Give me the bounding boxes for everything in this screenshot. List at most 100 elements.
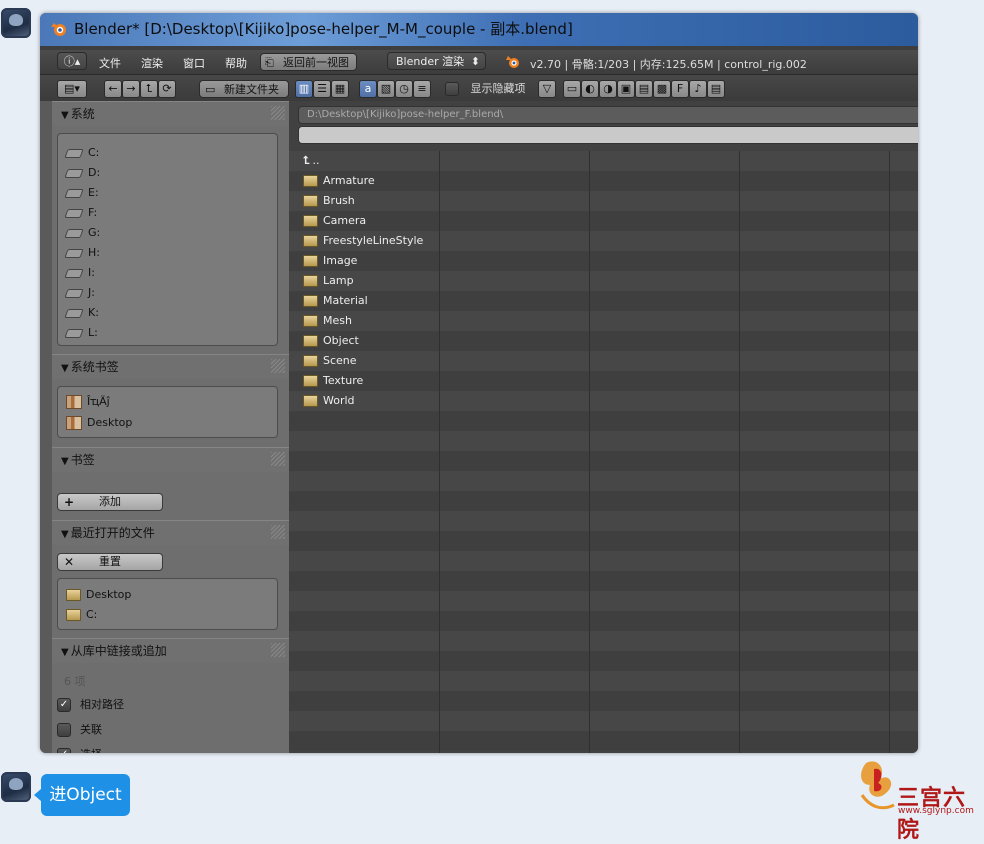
link-checkbox[interactable] [57,723,71,737]
panel-link-append-header[interactable]: ▼ 从库中链接或追加 [52,638,289,663]
directory-path-field[interactable]: D:\Desktop\[Kijiko]pose-helper_F.blend\ [298,106,918,124]
new-folder-button[interactable]: ▭ 新建文件夹 [199,80,289,98]
file-entry[interactable]: Armature [303,171,375,191]
file-list-area: D:\Desktop\[Kijiko]pose-helper_F.blend\ … [289,101,918,753]
select-option[interactable]: ✓选择 [57,746,102,753]
drag-grip-icon[interactable] [271,106,285,120]
item-count-label: 6 项 [64,675,86,688]
relative-path-checkbox[interactable]: ✓ [57,698,71,712]
panel-bookmarks-header[interactable]: ▼ 书签 [52,447,289,472]
folder-icon [303,335,318,347]
filter-sound-icon[interactable]: ♪ [689,80,707,98]
back-icon[interactable]: ← [104,80,122,98]
parent-dir-icon[interactable]: ⮤ [140,80,158,98]
forward-icon[interactable]: → [122,80,140,98]
filter-icon[interactable]: ▽ [538,80,556,98]
folder-icon [303,355,318,367]
drive-item[interactable]: D: [64,163,100,183]
file-entry[interactable]: Mesh [303,311,352,331]
refresh-icon[interactable]: ⟳ [158,80,176,98]
folder-icon [303,255,318,267]
bookmark-icon [66,416,82,430]
render-engine-select[interactable]: Blender 渲染 ⬍ [387,52,486,70]
menu-render[interactable]: 渲染 [141,55,163,71]
avatar [1,772,31,802]
filter-font-icon[interactable]: F [671,80,689,98]
drive-item[interactable]: L: [64,323,98,343]
filter-backup-icon[interactable]: ◑ [599,80,617,98]
file-entry[interactable]: Lamp [303,271,354,291]
menu-file[interactable]: 文件 [99,55,121,71]
filter-movie-icon[interactable]: ▤ [635,80,653,98]
drive-item[interactable]: I: [64,263,95,283]
drive-item[interactable]: F: [64,203,97,223]
filter-script-icon[interactable]: ▩ [653,80,671,98]
filename-field[interactable] [298,126,918,144]
folder-icon [303,215,318,227]
reset-recent-button[interactable]: ✕ 重置 [57,553,163,571]
drive-icon [64,248,84,258]
drag-grip-icon[interactable] [271,452,285,466]
show-hidden-checkbox[interactable] [445,82,459,96]
drive-item[interactable]: H: [64,243,100,263]
file-entry[interactable]: Scene [303,351,357,371]
menu-help[interactable]: 帮助 [225,55,247,71]
filter-folder-icon[interactable]: ▭ [563,80,581,98]
drive-item[interactable]: K: [64,303,99,323]
menu-bar: ⓘ▴ 文件 渲染 窗口 帮助 ⎗ 返回前一视图 Blender 渲染 ⬍ v2.… [40,50,918,75]
chat-bubble-tail [34,789,41,801]
filter-text-icon[interactable]: ▤ [707,80,725,98]
link-option[interactable]: 关联 [57,721,102,739]
recent-item[interactable]: Desktop [66,585,131,605]
folder-icon [303,235,318,247]
chat-message: 进Object [41,774,130,816]
sort-ext-icon[interactable]: ▧ [377,80,395,98]
editor-type-button[interactable]: ▤▾ [57,80,87,98]
folder-icon [66,609,81,621]
add-bookmark-button[interactable]: + 添加 [57,493,163,511]
file-entry[interactable]: FreestyleLineStyle [303,231,423,251]
folder-icon [303,375,318,387]
filter-image-icon[interactable]: ▣ [617,80,635,98]
relative-path-option[interactable]: ✓ 相对路径 [57,696,124,714]
show-hidden-toggle[interactable]: 显示隐藏项 [445,80,526,98]
drag-grip-icon[interactable] [271,643,285,657]
parent-directory-item[interactable]: ⮤.. [303,151,320,171]
panel-system-header[interactable]: ▼ 系统 [52,101,289,126]
bookmark-item[interactable]: ÎҵÄĵ [66,392,110,412]
updown-icon: ⬍ [470,55,480,68]
sort-time-icon[interactable]: ◷ [395,80,413,98]
file-entry[interactable]: Texture [303,371,363,391]
drag-grip-icon[interactable] [271,525,285,539]
recent-item[interactable]: C: [66,605,97,625]
sort-size-icon[interactable]: ≡ [413,80,431,98]
drive-icon [64,188,84,198]
file-entry[interactable]: Object [303,331,359,351]
editor-type-button[interactable]: ⓘ▴ [57,52,87,70]
file-entry[interactable]: World [303,391,355,411]
file-entry[interactable]: Brush [303,191,355,211]
thumbnail-view-icon[interactable]: ▦ [331,80,349,98]
file-entry[interactable]: Material [303,291,368,311]
back-icon: ⎗ [265,56,274,69]
file-entry[interactable]: Camera [303,211,366,231]
drag-grip-icon[interactable] [271,359,285,373]
drive-icon [64,228,84,238]
panel-system-bookmarks-header[interactable]: ▼ 系统书签 [52,354,289,379]
filter-blend-icon[interactable]: ◐ [581,80,599,98]
file-entry[interactable]: Image [303,251,357,271]
drive-item[interactable]: G: [64,223,100,243]
back-to-previous-button[interactable]: ⎗ 返回前一视图 [260,53,357,71]
detailed-list-view-icon[interactable]: ☰ [313,80,331,98]
menu-window[interactable]: 窗口 [183,55,205,71]
drive-item[interactable]: E: [64,183,99,203]
drive-item[interactable]: J: [64,283,95,303]
panel-recent-header[interactable]: ▼ 最近打开的文件 [52,520,289,545]
select-checkbox[interactable]: ✓ [57,748,71,753]
drive-item[interactable]: C: [64,143,99,163]
bookmark-item[interactable]: Desktop [66,413,132,433]
column-divider [589,151,590,753]
sort-alpha-icon[interactable]: a [359,80,377,98]
avatar [1,8,31,38]
short-list-view-icon[interactable]: ▥ [295,80,313,98]
